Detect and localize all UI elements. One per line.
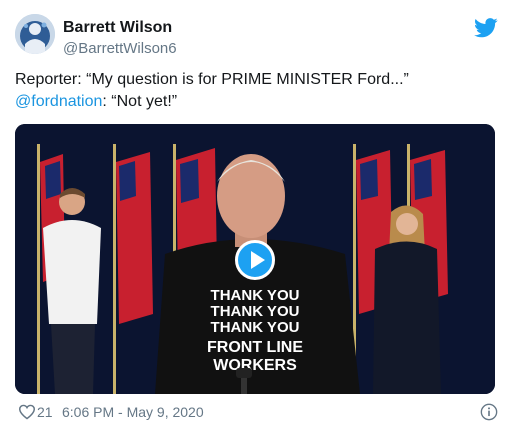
play-triangle [251,251,265,269]
tweet-text-line-2: @fordnation: “Not yet!” [15,91,500,113]
avatar[interactable] [15,14,55,54]
tweet-footer: 21 6:06 PM - May 9, 2020 [15,402,500,422]
like-count[interactable]: 21 [37,404,53,420]
play-icon[interactable] [235,240,275,280]
shirt-text-5: WORKERS [213,357,297,374]
author-block[interactable]: Barrett Wilson @BarrettWilson6 [63,18,177,58]
mention-link[interactable]: @fordnation [15,93,102,110]
info-icon[interactable] [480,403,498,421]
shirt-text-2: THANK YOU [211,303,300,320]
shirt-text-3: THANK YOU [211,319,300,336]
tweet-card: Barrett Wilson @BarrettWilson6 Reporter:… [0,0,515,434]
tweet-text-line-1: Reporter: “My question is for PRIME MINI… [15,71,409,88]
twitter-bird-icon[interactable] [474,18,498,38]
shirt-text-4: FRONT LINE [207,339,303,356]
video-thumbnail[interactable]: THANK YOU THANK YOU THANK YOU FRONT LINE… [15,124,495,394]
timestamp[interactable]: 6:06 PM - May 9, 2020 [62,404,204,420]
tweet-text: Reporter: “My question is for PRIME MINI… [15,69,500,113]
shirt-text-1: THANK YOU [211,287,300,304]
author-handle[interactable]: @BarrettWilson6 [63,39,177,58]
author-display-name[interactable]: Barrett Wilson [63,18,177,38]
heart-icon[interactable] [18,404,36,420]
tweet-text-line-2-rest: : “Not yet!” [102,93,178,110]
